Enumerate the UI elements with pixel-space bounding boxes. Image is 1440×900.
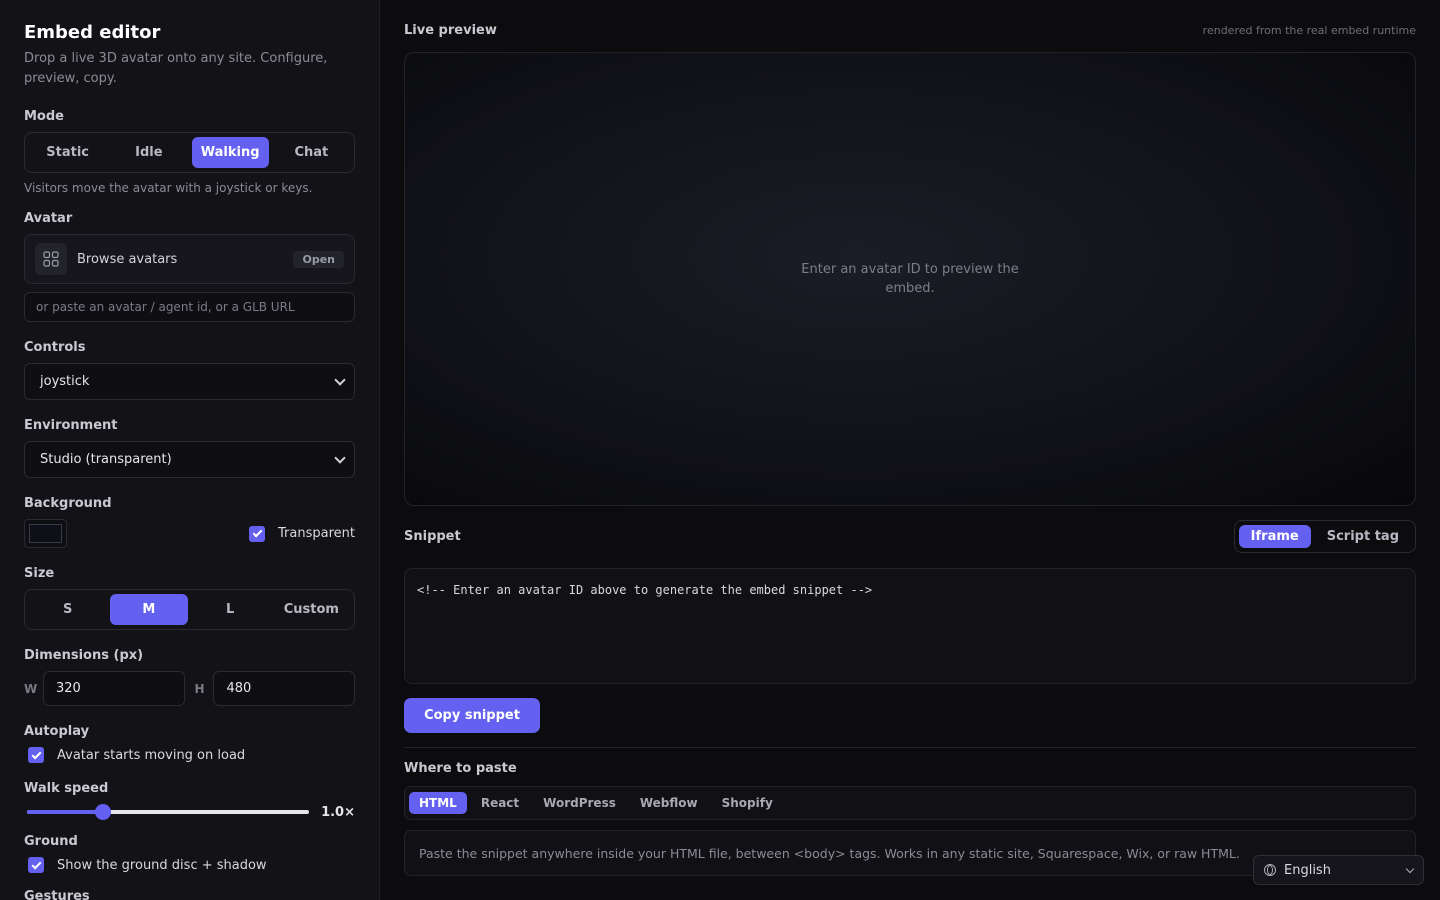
ground-checkbox[interactable] (28, 857, 44, 873)
browse-avatars-label: Browse avatars (77, 251, 178, 267)
background-row: Transparent (24, 519, 355, 548)
language-select[interactable]: English (1253, 855, 1424, 885)
avatar-id-input[interactable] (24, 292, 355, 322)
tab-react[interactable]: React (469, 792, 531, 814)
ground-checkbox-row[interactable]: Show the ground disc + shadow (28, 857, 355, 873)
size-m-button[interactable]: M (110, 594, 188, 625)
tab-shopify[interactable]: Shopify (710, 792, 785, 814)
page-title: Embed editor (24, 22, 161, 43)
height-letter: H (194, 681, 205, 696)
walk-speed-row: 1.0× (24, 804, 355, 820)
avatar-label: Avatar (24, 211, 73, 226)
environment-select-value: Studio (transparent) (40, 452, 172, 467)
copy-snippet-button[interactable]: Copy snippet (404, 698, 540, 733)
gestures-label: Gestures (24, 889, 90, 900)
grid-icon (35, 243, 67, 275)
platform-tabs: HTML React WordPress Webflow Shopify (404, 786, 1416, 820)
background-label: Background (24, 496, 112, 511)
mode-chat-button[interactable]: Chat (273, 137, 350, 168)
ground-checkbox-label: Show the ground disc + shadow (57, 857, 267, 873)
ground-label: Ground (24, 834, 78, 849)
live-preview-canvas[interactable]: Enter an avatar ID to preview the embed. (404, 52, 1416, 506)
tab-webflow[interactable]: Webflow (628, 792, 710, 814)
color-swatch (29, 524, 62, 543)
controls-label: Controls (24, 340, 86, 355)
preview-header: Live preview rendered from the real embe… (404, 23, 1416, 38)
size-l-button[interactable]: L (192, 594, 269, 625)
autoplay-checkbox-label: Avatar starts moving on load (57, 747, 246, 763)
check-icon (31, 859, 41, 869)
mode-label: Mode (24, 109, 64, 124)
slider-thumb[interactable] (95, 804, 112, 820)
snippet-title: Snippet (404, 529, 461, 544)
walk-speed-slider[interactable] (27, 804, 309, 820)
environment-label: Environment (24, 418, 118, 433)
sidebar: Embed editor Drop a live 3D avatar onto … (0, 0, 380, 900)
tab-html[interactable]: HTML (409, 792, 467, 814)
check-icon (31, 749, 41, 759)
browse-avatars-button[interactable]: Browse avatars Open (24, 234, 355, 284)
mode-idle-button[interactable]: Idle (110, 137, 187, 168)
background-color-picker[interactable] (24, 519, 67, 548)
mode-walking-button[interactable]: Walking (191, 137, 269, 168)
where-to-paste-title: Where to paste (404, 761, 517, 776)
check-icon (252, 527, 262, 538)
snippet-format-tabs: Iframe Script tag (1233, 520, 1416, 553)
chevron-down-icon (1405, 864, 1415, 873)
slider-fill (27, 810, 104, 814)
tab-script-tag[interactable]: Script tag (1315, 525, 1411, 548)
snippet-header: Snippet Iframe Script tag (404, 520, 1416, 553)
environment-select[interactable]: Studio (transparent) (24, 441, 355, 478)
dimensions-row: W 320 H 480 (24, 671, 356, 706)
preview-empty-message: Enter an avatar ID to preview the embed. (801, 262, 1019, 296)
width-letter: W (24, 681, 38, 696)
tab-iframe[interactable]: Iframe (1238, 525, 1311, 548)
transparent-label: Transparent (278, 526, 355, 541)
main-panel: Live preview rendered from the real embe… (404, 0, 1416, 900)
autoplay-checkbox[interactable] (28, 747, 44, 763)
transparent-checkbox[interactable] (249, 525, 266, 542)
mode-segmented-control: Static Idle Walking Chat (24, 132, 355, 173)
mode-static-button[interactable]: Static (29, 137, 106, 168)
snippet-code-block[interactable]: <!-- Enter an avatar ID above to generat… (404, 568, 1416, 684)
width-input[interactable]: 320 (43, 671, 185, 706)
autoplay-label: Autoplay (24, 724, 90, 739)
tab-wordpress[interactable]: WordPress (531, 792, 628, 814)
page-subtitle: Drop a live 3D avatar onto any site. Con… (24, 51, 328, 86)
chevron-down-icon (334, 373, 346, 386)
size-s-button[interactable]: S (29, 594, 106, 625)
walk-speed-value: 1.0× (321, 804, 355, 820)
open-badge: Open (293, 250, 344, 268)
walk-speed-label: Walk speed (24, 781, 109, 796)
size-segmented-control: S M L Custom (24, 589, 355, 630)
controls-select-value: joystick (40, 374, 90, 389)
dimensions-label: Dimensions (px) (24, 648, 144, 663)
transparent-checkbox-row[interactable]: Transparent (249, 525, 355, 542)
globe-icon (1264, 864, 1276, 876)
language-value: English (1284, 862, 1331, 878)
mode-hint: Visitors move the avatar with a joystick… (24, 181, 313, 195)
height-input[interactable]: 480 (213, 671, 356, 706)
autoplay-checkbox-row[interactable]: Avatar starts moving on load (28, 747, 355, 763)
chevron-down-icon (334, 451, 346, 464)
preview-note: rendered from the real embed runtime (1202, 24, 1416, 37)
size-custom-button[interactable]: Custom (273, 594, 350, 625)
divider (404, 747, 1416, 748)
controls-select[interactable]: joystick (24, 363, 355, 400)
size-label: Size (24, 566, 55, 581)
live-preview-title: Live preview (404, 23, 497, 38)
